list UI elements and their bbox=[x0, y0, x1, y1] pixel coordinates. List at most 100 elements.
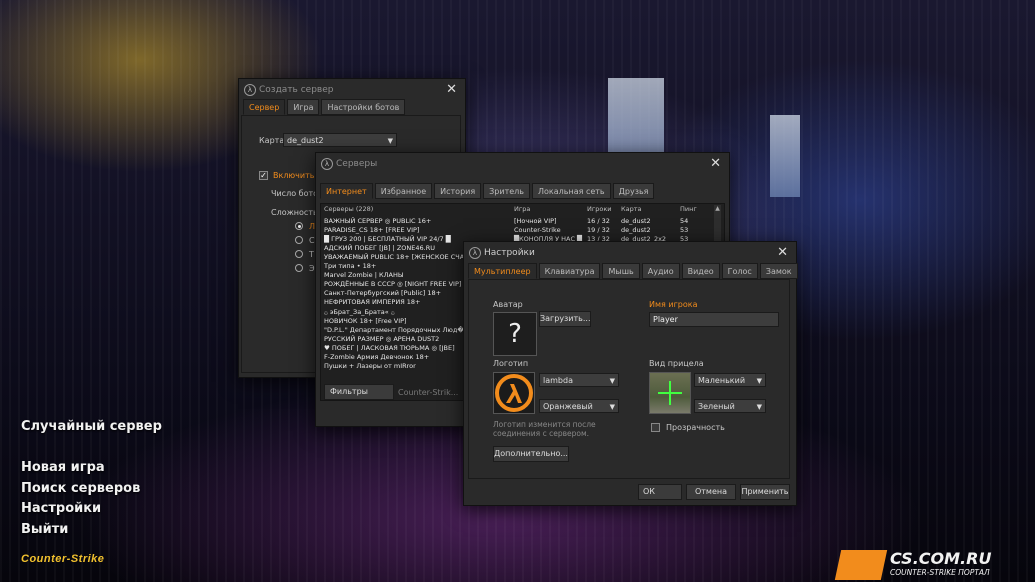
crosshair-preview bbox=[649, 372, 691, 414]
difficulty-radio-4[interactable] bbox=[295, 264, 303, 272]
crosshair-size-dropdown[interactable]: Маленький ▼ bbox=[694, 373, 766, 387]
chevron-down-icon: ▼ bbox=[387, 137, 393, 145]
server-players-cell: 16 / 32 bbox=[587, 217, 610, 225]
server-name-cell: ВАЖНЫЙ СЕРВЕР ◎ PUBLIC 16+ bbox=[324, 217, 432, 225]
site-logo: CS.COM.RU COUNTER-STRIKE ПОРТАЛ bbox=[834, 548, 1033, 580]
soldier-icon bbox=[834, 550, 888, 580]
tab-server[interactable]: Сервер bbox=[243, 99, 286, 115]
lambda-logo-icon bbox=[493, 372, 535, 414]
chevron-down-icon: ▼ bbox=[609, 403, 615, 411]
server-ping-cell: 54 bbox=[680, 217, 689, 225]
random-server-item[interactable]: Случайный сервер bbox=[21, 419, 162, 434]
difficulty-option-4: Э bbox=[309, 264, 315, 273]
crosshair-label: Вид прицела bbox=[649, 359, 704, 368]
player-name-input[interactable]: Player bbox=[649, 312, 779, 327]
tab-bot-settings[interactable]: Настройки ботов bbox=[321, 99, 406, 115]
game-logo-text: Counter-Strike bbox=[21, 553, 105, 565]
ok-button[interactable]: ОК bbox=[638, 484, 682, 500]
chevron-down-icon: ▼ bbox=[756, 377, 762, 385]
server-ping-cell: 53 bbox=[680, 226, 689, 235]
server-map-cell: de_dust2 bbox=[621, 226, 651, 235]
server-players-cell: 19 / 32 bbox=[587, 226, 610, 235]
difficulty-option-3: Т bbox=[309, 250, 314, 259]
tab-audio[interactable]: Аудио bbox=[641, 263, 680, 279]
site-subtitle: COUNTER-STRIKE ПОРТАЛ bbox=[890, 568, 990, 577]
menu-item-exit[interactable]: Выйти bbox=[21, 522, 68, 537]
tab-lan[interactable]: Локальная сеть bbox=[531, 183, 611, 199]
difficulty-radio-1[interactable] bbox=[295, 222, 303, 230]
server-list-header: Серверы (228) Игра Игроки Карта Пинг bbox=[321, 205, 713, 215]
player-name-label: Имя игрока bbox=[649, 300, 698, 309]
filters-button[interactable]: Фильтры bbox=[324, 384, 394, 400]
settings-title: Настройки bbox=[484, 248, 535, 258]
tab-voice[interactable]: Голос bbox=[721, 263, 758, 279]
logo-color-dropdown[interactable]: Оранжевый ▼ bbox=[539, 399, 619, 413]
close-icon[interactable]: ✕ bbox=[710, 153, 721, 175]
logo-note: Логотип изменится после соединения с сер… bbox=[493, 420, 596, 438]
arena-banner-right bbox=[770, 115, 800, 197]
map-label: Карта bbox=[259, 136, 285, 145]
transparency-label: Прозрачность bbox=[666, 423, 725, 432]
tab-keyboard[interactable]: Клавиатура bbox=[538, 263, 601, 279]
map-dropdown[interactable]: de_dust2 ▼ bbox=[283, 133, 397, 147]
tab-game[interactable]: Игра bbox=[287, 99, 320, 115]
map-value: de_dust2 bbox=[287, 136, 324, 145]
avatar-box: ? bbox=[493, 312, 537, 356]
filter-game-value: Counter-Strik... bbox=[398, 388, 459, 397]
tab-internet[interactable]: Интернет bbox=[320, 183, 373, 199]
difficulty-label: Сложность bbox=[271, 208, 318, 217]
tab-video[interactable]: Видео bbox=[681, 263, 720, 279]
tab-favorites[interactable]: Избранное bbox=[374, 183, 433, 199]
create-server-title: Создать сервер bbox=[259, 85, 334, 95]
site-name: CS.COM.RU bbox=[890, 549, 992, 568]
settings-titlebar[interactable]: λ Настройки ✕ bbox=[464, 242, 796, 264]
logo-color-value: Оранжевый bbox=[543, 402, 593, 411]
server-game-cell: [Ночной VIP] bbox=[514, 217, 557, 225]
advanced-button[interactable]: Дополнительно... bbox=[493, 446, 569, 462]
logo-value: lambda bbox=[543, 376, 573, 385]
player-name-value: Player bbox=[653, 315, 678, 324]
server-game-cell: Counter-Strike bbox=[514, 226, 561, 235]
chevron-down-icon: ▼ bbox=[756, 403, 762, 411]
cancel-button[interactable]: Отмена bbox=[686, 484, 736, 500]
tab-mouse[interactable]: Мышь bbox=[602, 263, 640, 279]
scroll-up-icon[interactable]: ▲ bbox=[714, 205, 721, 212]
enable-bots-checkbox[interactable]: ✓ bbox=[259, 171, 268, 180]
crosshair-size-value: Маленький bbox=[698, 376, 746, 385]
tab-history[interactable]: История bbox=[434, 183, 482, 199]
counter-strike-logo: Counter-Strike bbox=[21, 553, 104, 565]
column-servers[interactable]: Серверы (228) bbox=[324, 205, 373, 213]
crosshair-color-dropdown[interactable]: Зеленый ▼ bbox=[694, 399, 766, 413]
logo-dropdown[interactable]: lambda ▼ bbox=[539, 373, 619, 387]
servers-title: Серверы bbox=[336, 159, 378, 169]
servers-titlebar[interactable]: λ Серверы ✕ bbox=[316, 153, 729, 175]
transparency-checkbox[interactable] bbox=[651, 423, 660, 432]
upload-button[interactable]: Загрузить... bbox=[539, 311, 591, 327]
table-row[interactable]: PARADISE_CS 18+ [FREE VIP] Counter-Strike… bbox=[324, 226, 714, 235]
column-map[interactable]: Карта bbox=[621, 205, 642, 213]
difficulty-radio-2[interactable] bbox=[295, 236, 303, 244]
tab-friends[interactable]: Друзья bbox=[612, 183, 655, 199]
difficulty-radio-3[interactable] bbox=[295, 250, 303, 258]
avatar-label: Аватар bbox=[493, 300, 523, 309]
column-ping[interactable]: Пинг bbox=[680, 205, 697, 213]
tab-lock[interactable]: Замок bbox=[759, 263, 798, 279]
table-row[interactable]: ВАЖНЫЙ СЕРВЕР ◎ PUBLIC 16+ [Ночной VIP] 16… bbox=[324, 217, 714, 226]
apply-button[interactable]: Применить bbox=[740, 484, 790, 500]
difficulty-option-2: С bbox=[309, 236, 315, 245]
crosshair-color-value: Зеленый bbox=[698, 402, 735, 411]
server-map-cell: de_dust2 bbox=[621, 217, 651, 225]
close-icon[interactable]: ✕ bbox=[446, 79, 457, 101]
tab-multiplayer[interactable]: Мультиплеер bbox=[468, 263, 537, 279]
menu-item-find-servers[interactable]: Поиск серверов bbox=[21, 481, 140, 496]
avatar-placeholder: ? bbox=[508, 319, 522, 349]
column-players[interactable]: Игроки bbox=[587, 205, 612, 213]
create-server-titlebar[interactable]: λ Создать сервер ✕ bbox=[239, 79, 465, 101]
crosshair-icon-h bbox=[658, 392, 682, 394]
tab-spectate[interactable]: Зритель bbox=[483, 183, 530, 199]
logo-label: Логотип bbox=[493, 359, 529, 368]
close-icon[interactable]: ✕ bbox=[777, 242, 788, 264]
menu-item-settings[interactable]: Настройки bbox=[21, 501, 101, 516]
menu-item-new-game[interactable]: Новая игра bbox=[21, 460, 105, 475]
column-game[interactable]: Игра bbox=[514, 205, 530, 213]
